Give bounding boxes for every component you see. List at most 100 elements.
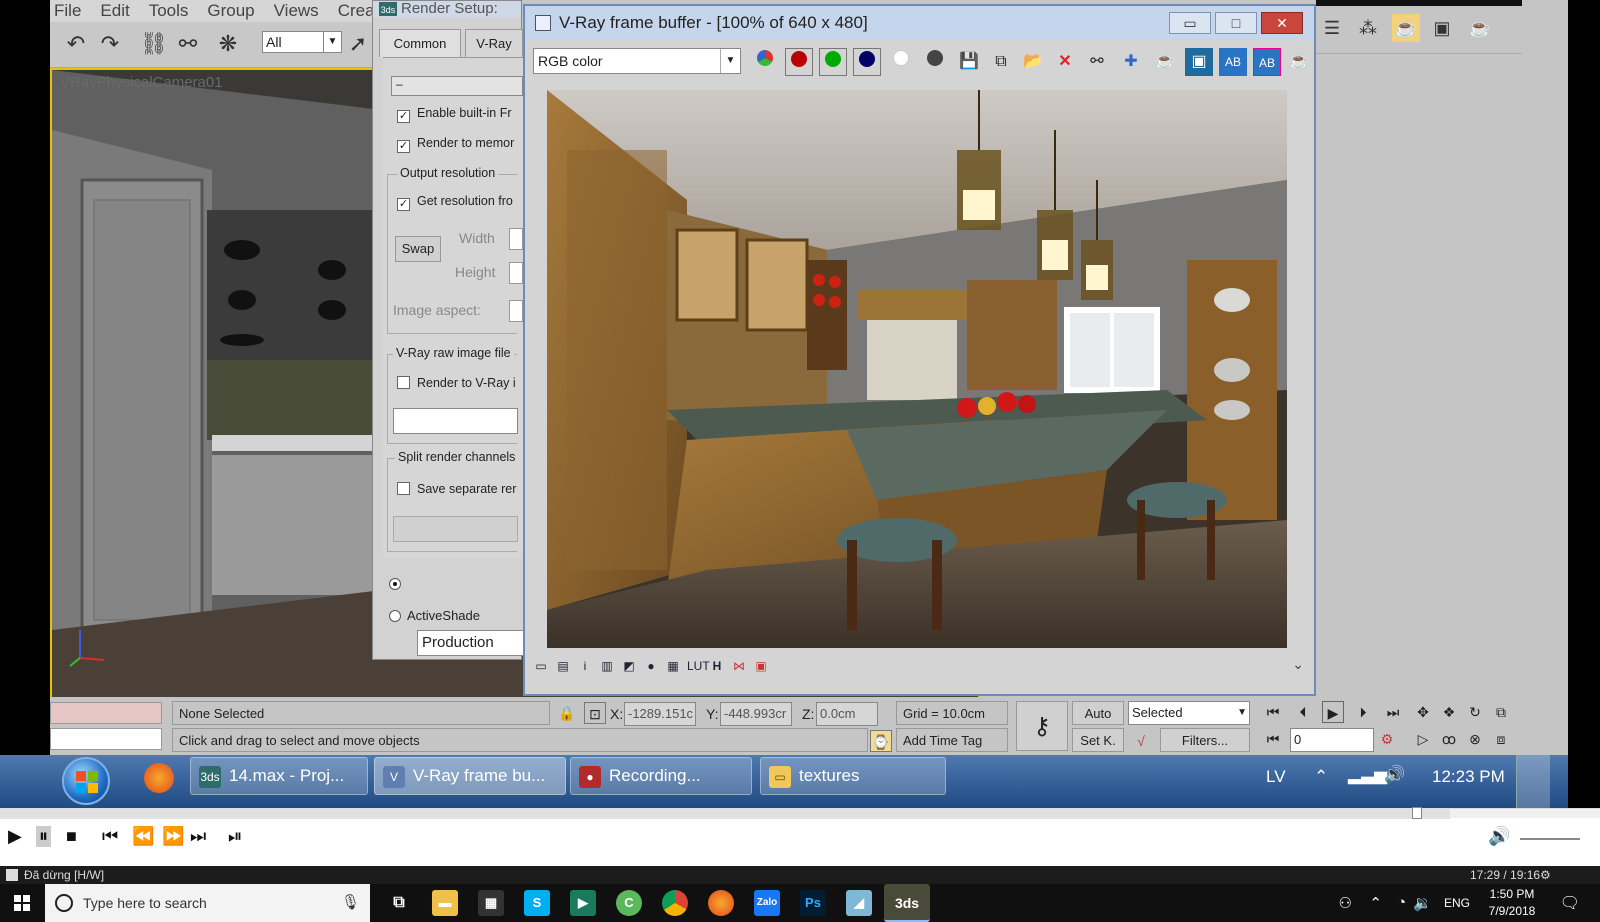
pan-icon[interactable]: ✥ bbox=[1412, 701, 1434, 723]
curve-editor-icon[interactable]: √ bbox=[1130, 730, 1152, 752]
menu-edit[interactable]: Edit bbox=[100, 1, 129, 21]
volume-slider[interactable] bbox=[1520, 838, 1580, 840]
3dsmax-taskbar-icon[interactable]: 3ds bbox=[884, 884, 930, 922]
z-coordinate-field[interactable]: 0.0cm bbox=[816, 702, 878, 726]
minimize-button[interactable]: ▭ bbox=[1169, 12, 1211, 34]
show-corrections-icon[interactable]: ▣ bbox=[1185, 48, 1213, 76]
play-icon[interactable]: ▶ bbox=[8, 826, 22, 847]
select-object-icon[interactable]: ➚ bbox=[344, 30, 372, 58]
absolute-mode-icon[interactable]: ⊡ bbox=[584, 702, 606, 724]
calculator-icon[interactable]: ▦ bbox=[478, 890, 504, 916]
go-to-end-icon[interactable]: ⏭ bbox=[1382, 701, 1404, 723]
view-green-channel-icon[interactable] bbox=[819, 48, 847, 76]
hsv-icon[interactable]: H bbox=[709, 658, 725, 674]
image-aspect-field[interactable] bbox=[509, 300, 523, 322]
zoom-extents-icon[interactable]: ⧈ bbox=[1490, 728, 1512, 750]
previous-icon[interactable]: ⏮ bbox=[102, 826, 118, 847]
coccoc-icon[interactable]: C bbox=[616, 890, 642, 916]
microphone-icon[interactable]: 🎙 bbox=[341, 884, 360, 922]
previous-frame-icon[interactable]: ⏴ bbox=[1292, 701, 1314, 723]
levels-icon[interactable]: ▥ bbox=[599, 658, 615, 674]
info-icon[interactable]: i bbox=[577, 658, 593, 674]
taskbar-item-textures[interactable]: ▭ textures bbox=[760, 757, 946, 795]
clock-date[interactable]: 7/9/2018 bbox=[1482, 904, 1542, 918]
lut-icon[interactable]: ▦ bbox=[665, 658, 681, 674]
language-indicator[interactable]: LV bbox=[1266, 767, 1286, 787]
task-view-icon[interactable]: ⧉ bbox=[386, 890, 412, 916]
taskbar-item-max[interactable]: 3ds 14.max - Proj... bbox=[190, 757, 368, 795]
time-config-icon[interactable]: ⚙ bbox=[1376, 728, 1398, 750]
show-hidden-icons-icon[interactable]: ⌃ bbox=[1369, 894, 1382, 912]
skype-icon[interactable]: S bbox=[524, 890, 550, 916]
maximize-button[interactable]: □ bbox=[1215, 12, 1257, 34]
add-time-tag[interactable]: Add Time Tag bbox=[896, 728, 1008, 752]
volume-icon[interactable]: 🔉 bbox=[1413, 894, 1432, 912]
volume-icon[interactable]: 🔊 bbox=[1488, 826, 1510, 847]
seek-bar[interactable] bbox=[0, 807, 1600, 819]
fast-forward-icon[interactable]: ⏩ bbox=[162, 826, 184, 847]
rendered-frame-icon[interactable]: ▣ bbox=[1428, 14, 1456, 42]
firefox-icon[interactable] bbox=[708, 890, 734, 916]
track-mouse-icon[interactable]: ✚ bbox=[1117, 48, 1145, 76]
chrome-icon[interactable] bbox=[662, 890, 688, 916]
view-alpha-icon[interactable] bbox=[887, 48, 915, 76]
save-separate-checkbox[interactable]: Save separate rer bbox=[397, 482, 516, 496]
photoshop-icon[interactable]: Ps bbox=[800, 890, 826, 916]
view-red-channel-icon[interactable] bbox=[785, 48, 813, 76]
walk-through-icon[interactable]: ꝏ bbox=[1438, 728, 1460, 750]
clone-frame-icon[interactable]: ⧉ bbox=[987, 48, 1015, 76]
viewport-label[interactable]: VRayPhysicalCamera01 bbox=[60, 74, 223, 91]
vray-raw-path-field[interactable] bbox=[393, 408, 518, 434]
srgb-icon[interactable]: ▣ bbox=[753, 658, 769, 674]
rewind-icon[interactable]: ⏪ bbox=[132, 826, 154, 847]
ab-compare-icon[interactable]: AB bbox=[1219, 48, 1247, 76]
close-button[interactable]: ✕ bbox=[1261, 12, 1303, 34]
clear-image-icon[interactable]: ✕ bbox=[1051, 48, 1079, 76]
exposure-icon[interactable]: ● bbox=[643, 658, 659, 674]
lut-text-icon[interactable]: LUT bbox=[687, 658, 710, 674]
sketchup-icon[interactable]: ▶ bbox=[570, 890, 596, 916]
production-preset-select[interactable]: Production bbox=[417, 630, 527, 656]
link-to-vfb-icon[interactable]: ⚯ bbox=[1083, 48, 1111, 76]
next-icon[interactable]: ⏭ bbox=[190, 826, 206, 847]
render-to-vray-checkbox[interactable]: Render to V-Ray i bbox=[397, 376, 516, 390]
search-box[interactable]: Type here to search 🎙 bbox=[45, 884, 370, 922]
go-to-start-icon[interactable]: ⏮ bbox=[1262, 701, 1284, 723]
menu-file[interactable]: File bbox=[54, 1, 81, 21]
next-frame-icon[interactable]: ⏵ bbox=[1352, 701, 1374, 723]
material-editor-icon[interactable]: ⁂ bbox=[1354, 14, 1382, 42]
compare-icon[interactable]: ⋈ bbox=[731, 658, 747, 674]
people-icon[interactable]: ⚇ bbox=[1339, 894, 1352, 912]
x-coordinate-field[interactable]: -1289.151c bbox=[624, 702, 696, 726]
stop-icon[interactable]: ■ bbox=[66, 826, 77, 847]
render-setup-icon[interactable]: ☕ bbox=[1392, 14, 1420, 42]
seek-handle[interactable] bbox=[1412, 807, 1422, 819]
ab-horizontal-icon[interactable]: AB bbox=[1253, 48, 1281, 76]
lock-icon[interactable]: 🔒 bbox=[556, 702, 578, 724]
volume-icon[interactable]: 🔊 bbox=[1384, 765, 1405, 785]
save-icon[interactable]: 💾 bbox=[955, 48, 983, 76]
render-last-icon[interactable]: ☕ bbox=[1285, 48, 1313, 76]
show-hidden-icons-icon[interactable]: ⌃ bbox=[1314, 767, 1328, 787]
split-channels-path-field[interactable] bbox=[393, 516, 518, 542]
notification-icon[interactable]: 🗨 bbox=[1560, 893, 1580, 913]
sketch-app-icon[interactable]: ◢ bbox=[846, 890, 872, 916]
curve-icon[interactable]: ◩ bbox=[621, 658, 637, 674]
bind-space-warp-icon[interactable]: ❋ bbox=[214, 30, 242, 58]
toggle-panel-icon[interactable]: ▭ bbox=[533, 658, 549, 674]
view-mono-icon[interactable] bbox=[921, 48, 949, 76]
key-filter-select[interactable]: Selected ▼ bbox=[1128, 701, 1250, 725]
history-icon[interactable]: ▤ bbox=[555, 658, 571, 674]
clock-time[interactable]: 1:50 PM bbox=[1482, 887, 1542, 901]
orbit-icon[interactable]: ❖ bbox=[1438, 701, 1460, 723]
vfb-title-bar[interactable]: V-Ray frame buffer - [100% of 640 x 480]… bbox=[525, 6, 1314, 40]
undo-icon[interactable]: ↶ bbox=[62, 30, 90, 58]
production-radio[interactable] bbox=[389, 578, 401, 590]
height-field[interactable] bbox=[509, 262, 523, 284]
language-indicator[interactable]: ENG bbox=[1444, 896, 1470, 910]
unlink-icon[interactable]: ⚯ bbox=[174, 30, 202, 58]
filters-button[interactable]: Filters... bbox=[1160, 728, 1250, 752]
current-frame-field[interactable]: 0 bbox=[1290, 728, 1374, 752]
windows-start-icon[interactable] bbox=[14, 895, 30, 911]
field-of-view-icon[interactable]: ▷ bbox=[1412, 728, 1434, 750]
